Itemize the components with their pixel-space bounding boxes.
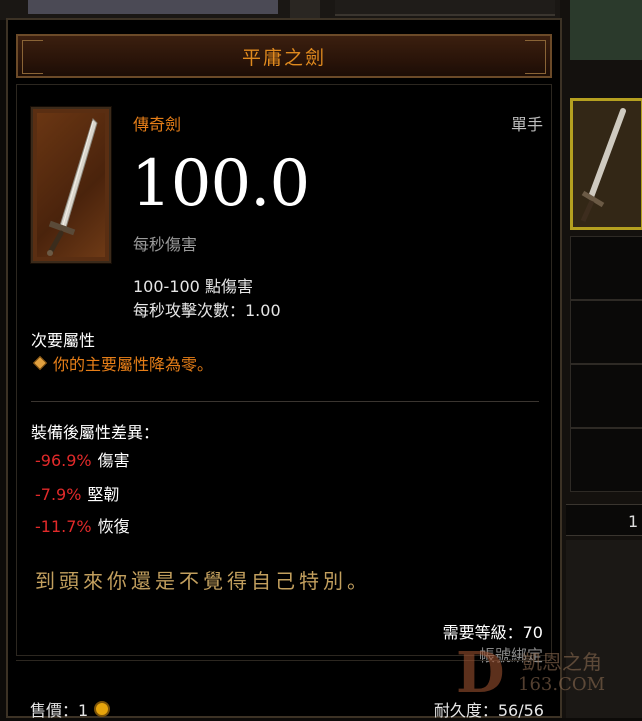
- game-background-top: [0, 0, 642, 20]
- tooltip-title-bar: 平庸之劍: [16, 34, 552, 78]
- tooltip-body: 傳奇劍 單手 100.0 每秒傷害 100-100 點傷害 每秒攻擊次數：1.0…: [16, 84, 552, 665]
- comparison-label: 堅韌: [87, 485, 120, 504]
- secondary-properties-header: 次要屬性: [31, 331, 96, 350]
- comparison-header: 裝備後屬性差異：: [31, 423, 160, 442]
- inventory-slot-count: 1: [628, 512, 639, 531]
- sell-price-text: 售價：1: [30, 701, 89, 720]
- flavor-text: 到頭來你還是不覺得自己特別。: [35, 569, 371, 593]
- inventory-slot[interactable]: [570, 364, 642, 428]
- inventory-slot[interactable]: [570, 236, 642, 300]
- gold-coin-icon: [94, 701, 111, 717]
- sword-icon: [580, 108, 626, 223]
- secondary-affix-text: 你的主要屬性降為零。: [53, 355, 214, 374]
- item-name: 平庸之劍: [241, 46, 326, 69]
- watermark-logo: D: [456, 640, 505, 706]
- comparison-row: -11.7% 恢復: [35, 513, 130, 537]
- item-type: 傳奇劍: [133, 115, 182, 134]
- inventory-slot[interactable]: [570, 428, 642, 492]
- inventory-item[interactable]: [570, 0, 642, 60]
- sell-price: 售價：1: [30, 697, 111, 721]
- watermark: D 凱恩之角 163.COM: [456, 640, 642, 710]
- background-strip: [290, 0, 320, 18]
- watermark-chinese: 凱恩之角: [522, 650, 602, 674]
- comparison-row: -96.9% 傷害: [35, 447, 130, 471]
- affix-diamond-icon: [32, 355, 48, 371]
- inventory-slot-selected[interactable]: [570, 98, 642, 230]
- title-ornament: [22, 40, 43, 74]
- item-icon-frame: [30, 106, 112, 264]
- comparison-row: -7.9% 堅韌: [35, 481, 119, 505]
- sword-icon: [47, 118, 98, 256]
- dps-value: 100.0: [131, 147, 310, 221]
- title-ornament: [525, 40, 546, 74]
- watermark-site: 163.COM: [518, 674, 606, 695]
- inventory-slot[interactable]: [570, 300, 642, 364]
- comparison-value: -11.7%: [35, 517, 92, 536]
- comparison-label: 傷害: [97, 451, 130, 470]
- background-strip: [28, 0, 278, 14]
- divider: [31, 401, 539, 402]
- background-strip: [335, 0, 555, 16]
- item-tooltip: 平庸之劍 傳奇劍 單手 100.0 每秒傷害 100-100 點傷害 每秒攻擊次…: [6, 18, 562, 721]
- item-hand: 單手: [510, 115, 543, 134]
- damage-range: 100-100 點傷害: [133, 277, 253, 296]
- dps-label: 每秒傷害: [133, 235, 198, 254]
- comparison-value: -7.9%: [35, 485, 82, 504]
- attack-speed: 每秒攻擊次數：1.00: [133, 301, 281, 320]
- secondary-affix: 你的主要屬性降為零。: [31, 351, 213, 375]
- comparison-value: -96.9%: [35, 451, 92, 470]
- comparison-label: 恢復: [97, 517, 130, 536]
